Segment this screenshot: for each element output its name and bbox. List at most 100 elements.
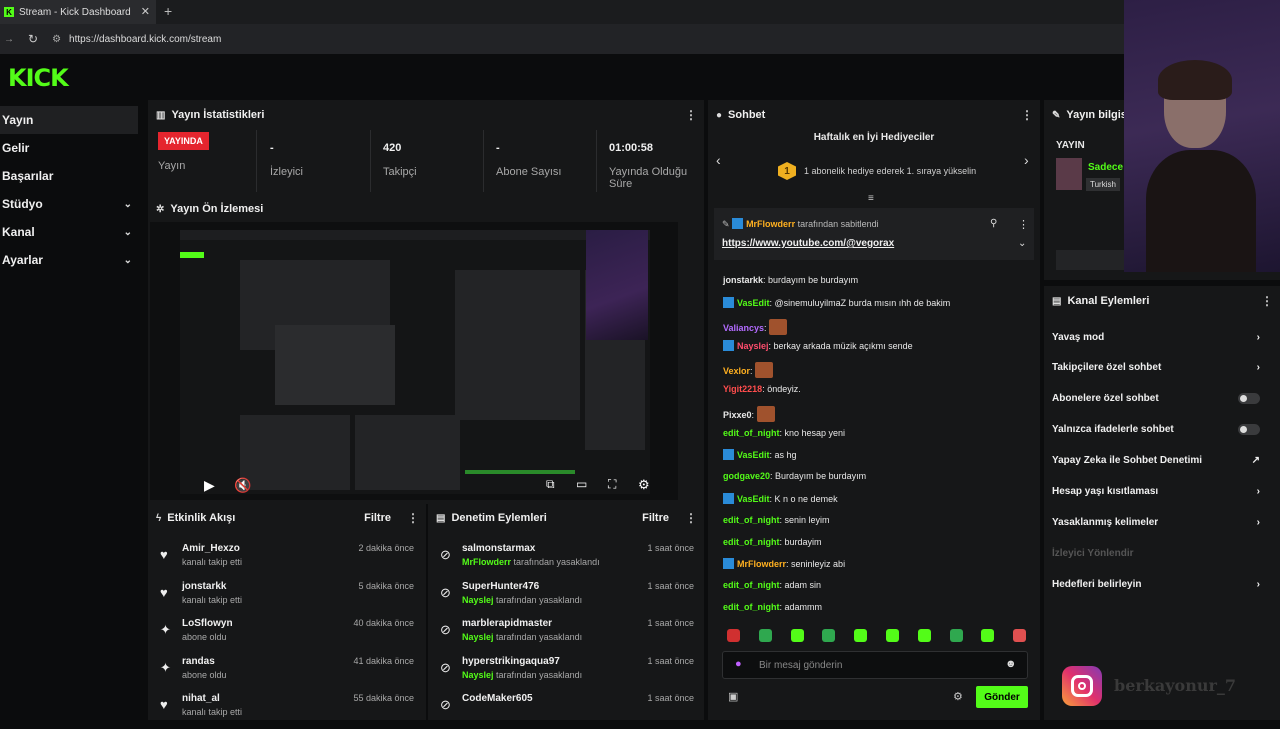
chat-message[interactable]: edit_of_night: adammm: [723, 602, 822, 612]
emote-icon[interactable]: [917, 629, 931, 642]
chevron-left-icon[interactable]: ‹: [716, 152, 721, 168]
chat-username[interactable]: edit_of_night: [723, 580, 780, 590]
microphone-icon[interactable]: ●: [735, 658, 742, 670]
banned-by[interactable]: Nayslej: [462, 632, 494, 642]
chat-username[interactable]: Vexlor: [723, 366, 750, 376]
browser-tab[interactable]: K Stream - Kick Dashboard ✕: [0, 0, 156, 24]
pinned-link[interactable]: https://www.youtube.com/@vegorax: [722, 238, 894, 249]
activity-user[interactable]: jonstarkk: [182, 581, 226, 592]
moderation-item[interactable]: ⊘ hyperstrikingaqua97 Nayslej tarafından y…: [440, 656, 694, 692]
send-button[interactable]: Gönder: [976, 686, 1028, 708]
site-info-icon[interactable]: ⚙: [52, 34, 61, 45]
sidebar-item-basarilar[interactable]: Başarılar: [0, 162, 138, 190]
edit-button[interactable]: [1056, 250, 1128, 270]
emote-icon[interactable]: [790, 629, 804, 642]
chevron-right-icon[interactable]: ›: [1257, 579, 1260, 590]
chat-settings-icon[interactable]: ⚙: [953, 690, 963, 703]
chat-username[interactable]: edit_of_night: [723, 602, 780, 612]
emote-icon[interactable]: [727, 629, 740, 642]
banned-by[interactable]: Nayslej: [462, 595, 494, 605]
chevron-right-icon[interactable]: ›: [1257, 332, 1260, 343]
reload-icon[interactable]: ↻: [28, 32, 38, 46]
chat-message[interactable]: edit_of_night: senin leyim: [723, 515, 830, 525]
chevron-down-icon[interactable]: ⌄: [1018, 238, 1026, 249]
emote-icon[interactable]: [949, 629, 963, 642]
more-options-icon[interactable]: ⋮: [1018, 218, 1029, 231]
banned-user[interactable]: SuperHunter476: [462, 581, 539, 592]
activity-user[interactable]: LoSflowyn: [182, 618, 233, 629]
chat-message[interactable]: Yigit2218: öndeyiz.: [723, 384, 801, 394]
channel-action-item[interactable]: Abonelere özel sohbet: [1052, 389, 1260, 409]
activity-item[interactable]: ✦ randas abone oldu 41 dakika önce: [160, 656, 414, 692]
url-text[interactable]: https://dashboard.kick.com/stream: [69, 34, 221, 45]
channel-action-item[interactable]: Hesap yaşı kısıtlaması ›: [1052, 482, 1260, 502]
chat-username[interactable]: Valiancys: [723, 323, 764, 333]
stream-preview-video[interactable]: [150, 222, 678, 500]
sidebar-item-yayin[interactable]: Yayın: [0, 106, 138, 134]
chevron-right-icon[interactable]: ›: [1257, 362, 1260, 373]
moderation-item[interactable]: ⊘ salmonstarmax MrFlowderr tarafından yasa…: [440, 543, 694, 579]
chevron-right-icon[interactable]: ›: [1257, 517, 1260, 528]
chat-message[interactable]: Valiancys:: [723, 318, 788, 335]
activity-user[interactable]: nihat_al: [182, 693, 220, 704]
chat-message[interactable]: edit_of_night: kno hesap yeni: [723, 428, 845, 438]
more-options-icon[interactable]: ⋮: [685, 108, 697, 122]
activity-item[interactable]: ♥ nihat_al kanalı takip etti 55 dakika önce: [160, 693, 414, 729]
chat-username[interactable]: Pixxe0: [723, 410, 752, 420]
new-tab-button[interactable]: +: [164, 3, 172, 19]
chat-message[interactable]: MrFlowderr: seninleyiz abi: [723, 558, 845, 570]
forward-icon[interactable]: →: [2, 34, 16, 45]
chat-username[interactable]: edit_of_night: [723, 428, 780, 438]
chat-message[interactable]: Nayslej: berkay arkada müzik açıkmı send…: [723, 340, 913, 352]
channel-action-item[interactable]: Hedefleri belirleyin ›: [1052, 574, 1260, 594]
chat-message[interactable]: VasEdit: as hg: [723, 449, 797, 461]
chat-message[interactable]: Vexlor:: [723, 362, 774, 379]
sidebar-item-studyo[interactable]: Stüdyo ⌄: [0, 190, 138, 218]
more-options-icon[interactable]: ⋮: [1261, 294, 1273, 308]
channel-action-item[interactable]: Takipçilere özel sohbet ›: [1052, 358, 1260, 378]
activity-item[interactable]: ♥ Amir_Hexzo kanalı takip etti 2 dakika önc…: [160, 543, 414, 579]
chat-username[interactable]: edit_of_night: [723, 515, 780, 525]
banned-by[interactable]: Nayslej: [462, 670, 494, 680]
emote-icon[interactable]: [886, 629, 899, 642]
chat-message[interactable]: Pixxe0:: [723, 405, 775, 422]
activity-filter-button[interactable]: Filtre: [364, 512, 391, 524]
channel-action-item[interactable]: Yapay Zeka ile Sohbet Denetimi ↗: [1052, 451, 1260, 471]
chat-message[interactable]: VasEdit: @sinemuluyilmaZ burda mısın ıhh…: [723, 296, 950, 308]
mute-icon[interactable]: 🔇: [234, 477, 251, 494]
banned-user[interactable]: hyperstrikingaqua97: [462, 656, 560, 667]
more-options-icon[interactable]: ⋮: [407, 511, 419, 525]
emote-icon[interactable]: [822, 629, 836, 642]
banned-user[interactable]: CodeMaker605: [462, 693, 533, 704]
channel-action-item[interactable]: Yalnızca ifadelerle sohbet: [1052, 420, 1260, 440]
activity-item[interactable]: ♥ jonstarkk kanalı takip etti 5 dakika önce: [160, 581, 414, 617]
chat-username[interactable]: Yigit2218: [723, 384, 762, 394]
settings-icon[interactable]: ⚙: [638, 477, 650, 493]
pip-icon[interactable]: ⧉: [546, 477, 555, 492]
play-icon[interactable]: ▶: [204, 477, 215, 494]
chat-message[interactable]: jonstarkk: burdayım be burdayım: [723, 275, 858, 285]
moderation-item[interactable]: ⊘ CodeMaker605 1 saat önce: [440, 693, 694, 729]
theater-icon[interactable]: ▭: [576, 477, 587, 491]
emote-icon[interactable]: [854, 629, 868, 642]
banned-user[interactable]: marblerapidmaster: [462, 618, 552, 629]
toggle-switch[interactable]: [1238, 424, 1260, 436]
chat-username[interactable]: VasEdit: [737, 450, 770, 460]
sidebar-item-kanal[interactable]: Kanal ⌄: [0, 218, 138, 246]
kick-logo[interactable]: KICK: [8, 64, 69, 92]
collapse-icon[interactable]: ≡: [868, 193, 874, 204]
activity-item[interactable]: ✦ LoSflowyn abone oldu 40 dakika önce: [160, 618, 414, 654]
banned-by[interactable]: MrFlowderr: [462, 557, 511, 567]
gift-icon[interactable]: ▣: [728, 690, 738, 703]
chat-message[interactable]: edit_of_night: burdayim: [723, 537, 822, 547]
more-options-icon[interactable]: ⋮: [685, 511, 697, 525]
chat-message[interactable]: godgave20: Burdayım be burdayım: [723, 471, 866, 481]
activity-user[interactable]: randas: [182, 656, 215, 667]
chat-message[interactable]: edit_of_night: adam sin: [723, 580, 821, 590]
activity-user[interactable]: Amir_Hexzo: [182, 543, 240, 554]
external-link-icon[interactable]: ↗: [1252, 455, 1260, 466]
channel-action-item[interactable]: Yasaklanmış kelimeler ›: [1052, 512, 1260, 532]
chat-username[interactable]: edit_of_night: [723, 537, 780, 547]
moderation-item[interactable]: ⊘ SuperHunter476 Nayslej tarafından yasakl…: [440, 581, 694, 617]
banned-user[interactable]: salmonstarmax: [462, 543, 535, 554]
